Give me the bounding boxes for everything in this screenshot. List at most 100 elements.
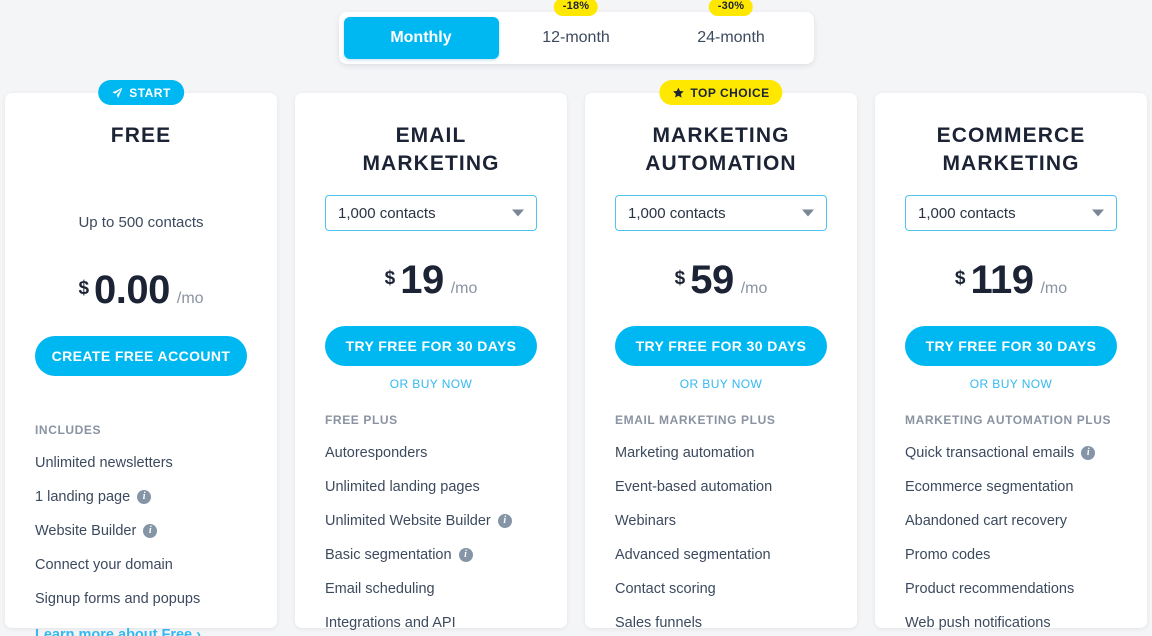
chevron-down-icon	[1092, 209, 1104, 217]
learn-more-link[interactable]: Learn more about Free ›	[35, 627, 247, 636]
info-icon[interactable]: i	[497, 514, 512, 528]
feature-item: Webinars	[615, 513, 827, 529]
billing-option-label: 12-month	[542, 29, 610, 46]
feature-label: Unlimited landing pages	[325, 479, 480, 495]
discount-badge: -18%	[553, 0, 599, 16]
price-row: $59/mo	[615, 260, 827, 304]
feature-label: Email scheduling	[325, 581, 435, 597]
price-period: /mo	[450, 280, 478, 297]
feature-item: Unlimited landing pages	[325, 479, 537, 495]
contacts-select[interactable]: 1,000 contacts	[905, 195, 1117, 231]
feature-item: Unlimited Website Builder i	[325, 513, 537, 529]
pricing-card: EMAIL MARKETING 1,000 contacts $19/mo TRY F…	[295, 93, 567, 631]
feature-item: 1 landing page i	[35, 489, 247, 505]
contacts-select[interactable]: 1,000 contacts	[325, 195, 537, 231]
or-buy-now-link[interactable]: OR BUY NOW	[615, 377, 827, 391]
feature-label: Connect your domain	[35, 557, 173, 573]
feature-item: Ecommerce segmentation	[905, 479, 1117, 495]
plan-title: MARKETING AUTOMATION	[645, 124, 797, 175]
info-icon[interactable]: i	[143, 524, 158, 538]
feature-label: Contact scoring	[615, 581, 716, 597]
feature-item: Product recommendations	[905, 581, 1117, 597]
feature-label: Unlimited newsletters	[35, 455, 173, 471]
pricing-page: Monthly -18% 12-month -30% 24-month START FRE…	[0, 0, 1152, 636]
price-row: $0.00/mo	[35, 270, 247, 314]
contacts-select[interactable]: 1,000 contacts	[615, 195, 827, 231]
plan-title: ECOMMERCE MARKETING	[936, 124, 1086, 175]
info-icon[interactable]: i	[1081, 446, 1096, 460]
billing-option-12-month[interactable]: -18% 12-month	[499, 0, 654, 59]
feature-item: Unlimited newsletters	[35, 455, 247, 471]
feature-item: Sales funnels	[615, 615, 827, 631]
plan-badge-label: TOP CHOICE	[690, 85, 770, 100]
feature-item: Connect your domain	[35, 557, 247, 573]
price-period: /mo	[740, 280, 768, 297]
price-currency: $	[954, 268, 966, 289]
rocket-icon	[111, 87, 123, 99]
feature-label: Integrations and API	[325, 615, 456, 631]
feature-item: Web push notifications	[905, 615, 1117, 631]
price-currency: $	[78, 278, 90, 299]
plan-cta-button[interactable]: TRY FREE FOR 30 DAYS	[905, 326, 1117, 366]
feature-label: Quick transactional emails	[905, 445, 1075, 461]
plan-cta-button[interactable]: TRY FREE FOR 30 DAYS	[325, 326, 537, 366]
price-period: /mo	[176, 290, 204, 307]
price-amount: 59	[690, 258, 734, 302]
features-heading: INCLUDES	[35, 423, 102, 437]
star-icon	[672, 87, 684, 99]
plan-cta-button[interactable]: TRY FREE FOR 30 DAYS	[615, 326, 827, 366]
info-icon[interactable]: i	[458, 548, 473, 562]
features-heading: MARKETING AUTOMATION PLUS	[905, 413, 1112, 427]
feature-label: Website Builder	[35, 523, 137, 539]
pricing-card: TOP CHOICE MARKETING AUTOMATION 1,000 cont…	[585, 80, 857, 631]
feature-label: Unlimited Website Builder	[325, 513, 491, 529]
feature-label: Sales funnels	[615, 615, 703, 631]
feature-item: Autoresponders	[325, 445, 537, 461]
feature-label: Autoresponders	[325, 445, 428, 461]
price-amount: 0.00	[94, 268, 170, 312]
price-period: /mo	[1040, 280, 1068, 297]
chevron-down-icon	[512, 209, 524, 217]
feature-label: Signup forms and popups	[35, 591, 201, 607]
price-currency: $	[674, 268, 686, 289]
feature-label: Product recommendations	[905, 581, 1075, 597]
plan-title: FREE	[110, 124, 172, 147]
discount-badge: -30%	[708, 0, 754, 16]
feature-label: Promo codes	[905, 547, 991, 563]
contacts-select-value: 1,000 contacts	[628, 204, 726, 222]
features-heading: EMAIL MARKETING PLUS	[615, 413, 776, 427]
price-currency: $	[384, 268, 396, 289]
features-heading: FREE PLUS	[325, 413, 398, 427]
feature-item: Basic segmentation i	[325, 547, 537, 563]
billing-period-toggle: Monthly -18% 12-month -30% 24-month	[336, 0, 816, 68]
plan-cta-button[interactable]: CREATE FREE ACCOUNT	[35, 336, 247, 376]
info-icon[interactable]: i	[137, 490, 152, 504]
pricing-cards-row: START FREE Up to 500 contacts $0.00/mo CREAT…	[0, 80, 1152, 636]
billing-toggle-group: Monthly -18% 12-month -30% 24-month	[338, 0, 814, 64]
contacts-text: Up to 500 contacts	[78, 214, 204, 231]
feature-label: Webinars	[615, 513, 676, 529]
pricing-card: START FREE Up to 500 contacts $0.00/mo CREAT…	[5, 80, 277, 636]
contacts-select-value: 1,000 contacts	[918, 204, 1016, 222]
billing-option-monthly[interactable]: Monthly	[343, 17, 499, 59]
feature-item: Event-based automation	[615, 479, 827, 495]
plan-badge-label: START	[129, 85, 171, 100]
feature-item: Marketing automation	[615, 445, 827, 461]
price-row: $19/mo	[325, 260, 537, 304]
feature-item: Contact scoring	[615, 581, 827, 597]
billing-option-24-month[interactable]: -30% 24-month	[654, 0, 809, 59]
feature-label: Ecommerce segmentation	[905, 479, 1074, 495]
or-buy-now-link[interactable]: OR BUY NOW	[905, 377, 1117, 391]
plan-badge: START	[98, 80, 184, 105]
feature-item: Promo codes	[905, 547, 1117, 563]
plan-title: EMAIL MARKETING	[362, 124, 500, 175]
or-buy-now-link[interactable]: OR BUY NOW	[325, 377, 537, 391]
feature-label: 1 landing page	[35, 489, 131, 505]
feature-item: Signup forms and popups	[35, 591, 247, 607]
feature-item: Advanced segmentation	[615, 547, 827, 563]
feature-label: Marketing automation	[615, 445, 755, 461]
feature-label: Event-based automation	[615, 479, 773, 495]
pricing-card: ECOMMERCE MARKETING 1,000 contacts $119/mo…	[875, 93, 1147, 631]
feature-item: Email scheduling	[325, 581, 537, 597]
feature-label: Abandoned cart recovery	[905, 513, 1068, 529]
